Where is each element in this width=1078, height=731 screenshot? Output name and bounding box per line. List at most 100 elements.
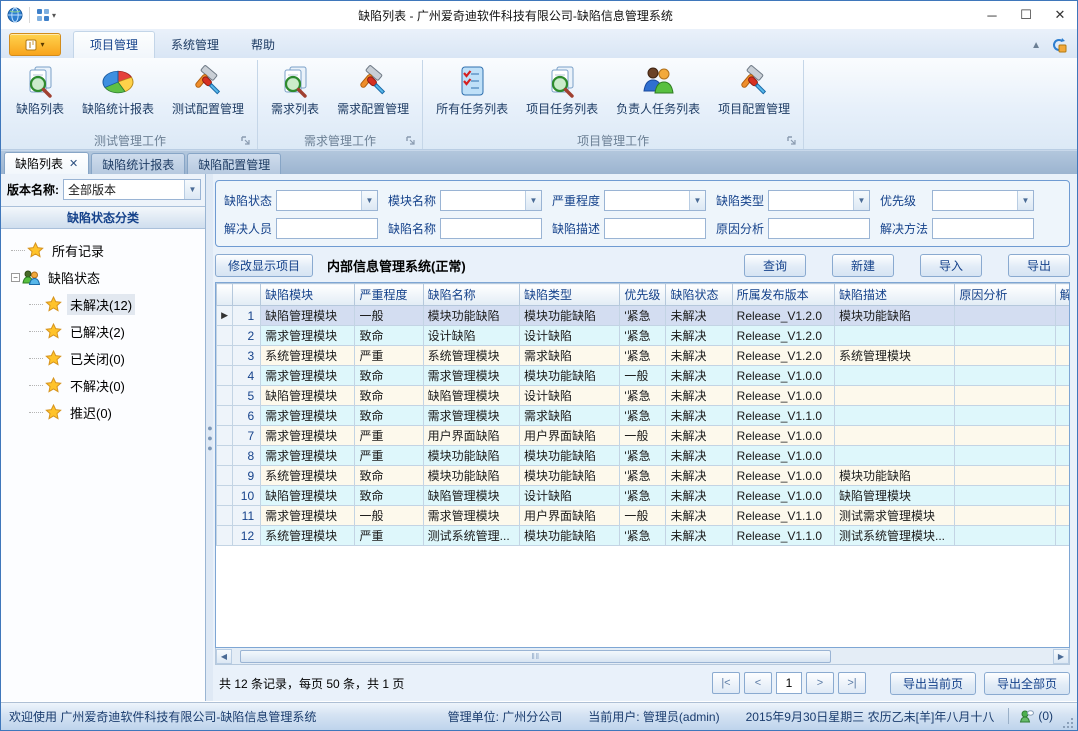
page-number-input[interactable]: [776, 672, 802, 694]
chevron-down-icon[interactable]: ▼: [525, 191, 541, 210]
chevron-down-icon[interactable]: ▼: [853, 191, 869, 210]
modify-columns-button[interactable]: 修改显示项目: [215, 254, 313, 277]
column-header[interactable]: 缺陷描述: [835, 284, 955, 306]
table-row[interactable]: 6需求管理模块致命需求管理模块需求缺陷'紧急未解决Release_V1.1.0: [217, 406, 1071, 426]
ribbon-tab[interactable]: 帮助: [235, 32, 291, 58]
table-row[interactable]: 11需求管理模块一般需求管理模块用户界面缺陷一般未解决Release_V1.1.…: [217, 506, 1071, 526]
messenger-icon[interactable]: [1019, 709, 1034, 724]
column-header[interactable]: 缺陷类型: [519, 284, 619, 306]
row-selector[interactable]: [217, 386, 233, 406]
row-selector[interactable]: [217, 526, 233, 546]
scrollbar-thumb[interactable]: ‖‖: [240, 650, 831, 663]
document-tab[interactable]: 缺陷统计报表: [91, 153, 185, 174]
ribbon-button[interactable]: 负责人任务列表: [607, 60, 709, 120]
filter-dropdown[interactable]: ▼: [440, 190, 542, 211]
dialog-launcher-icon[interactable]: [787, 136, 797, 146]
filter-dropdown[interactable]: ▼: [932, 190, 1034, 211]
tree-item[interactable]: 所有记录: [11, 237, 205, 264]
first-page-button[interactable]: |<: [712, 672, 740, 694]
action-button[interactable]: 新建: [832, 254, 894, 277]
ribbon-button[interactable]: 缺陷统计报表: [73, 60, 163, 120]
dialog-launcher-icon[interactable]: [241, 136, 251, 146]
table-row[interactable]: 2需求管理模块致命设计缺陷设计缺陷'紧急未解决Release_V1.2.0: [217, 326, 1071, 346]
filter-input[interactable]: [604, 218, 706, 239]
resize-grip[interactable]: [1061, 716, 1073, 728]
chevron-down-icon[interactable]: ▼: [689, 191, 705, 210]
ribbon-button[interactable]: 项目任务列表: [517, 60, 607, 120]
row-selector[interactable]: [217, 446, 233, 466]
column-header[interactable]: 所属发布版本: [732, 284, 834, 306]
filter-input[interactable]: [932, 218, 1034, 239]
export-current-page-button[interactable]: 导出当前页: [890, 672, 976, 695]
action-button[interactable]: 查询: [744, 254, 806, 277]
app-menu-button[interactable]: ▾: [9, 33, 61, 56]
chevron-down-icon[interactable]: ▼: [1017, 191, 1033, 210]
column-header[interactable]: [233, 284, 261, 306]
action-button[interactable]: 导出: [1008, 254, 1070, 277]
tree-item[interactable]: −缺陷状态: [11, 264, 205, 291]
row-selector[interactable]: [217, 326, 233, 346]
column-header[interactable]: 优先级: [620, 284, 666, 306]
prev-page-button[interactable]: <: [744, 672, 772, 694]
tree-collapse-icon[interactable]: −: [11, 273, 20, 282]
document-tab[interactable]: 缺陷配置管理: [187, 153, 281, 174]
next-page-button[interactable]: >: [806, 672, 834, 694]
filter-dropdown[interactable]: ▼: [276, 190, 378, 211]
filter-dropdown[interactable]: ▼: [768, 190, 870, 211]
filter-input[interactable]: [440, 218, 542, 239]
filter-input[interactable]: [276, 218, 378, 239]
table-row[interactable]: 12系统管理模块严重测试系统管理...模块功能缺陷'紧急未解决Release_V…: [217, 526, 1071, 546]
column-header[interactable]: [217, 284, 233, 306]
ribbon-button[interactable]: 测试配置管理: [163, 60, 253, 120]
filter-input[interactable]: [768, 218, 870, 239]
chevron-down-icon[interactable]: ▼: [184, 180, 200, 199]
ribbon-button[interactable]: 缺陷列表: [7, 60, 73, 120]
row-selector[interactable]: [217, 486, 233, 506]
ribbon-tab[interactable]: 系统管理: [155, 32, 235, 58]
maximize-button[interactable]: ☐: [1009, 1, 1043, 29]
row-selector[interactable]: ▶: [217, 306, 233, 326]
ribbon-button[interactable]: 需求配置管理: [328, 60, 418, 120]
ribbon-collapse-icon[interactable]: ▲: [1031, 40, 1041, 51]
chevron-down-icon[interactable]: ▼: [361, 191, 377, 210]
table-row[interactable]: ▶1缺陷管理模块一般模块功能缺陷模块功能缺陷'紧急未解决Release_V1.2…: [217, 306, 1071, 326]
minimize-button[interactable]: ─: [975, 1, 1009, 29]
tree-item[interactable]: 不解决(0): [11, 372, 205, 399]
table-row[interactable]: 8需求管理模块严重模块功能缺陷模块功能缺陷'紧急未解决Release_V1.0.…: [217, 446, 1071, 466]
row-selector[interactable]: [217, 406, 233, 426]
dialog-launcher-icon[interactable]: [406, 136, 416, 146]
column-header[interactable]: 解决方法: [1055, 284, 1070, 306]
last-page-button[interactable]: >|: [838, 672, 866, 694]
action-button[interactable]: 导入: [920, 254, 982, 277]
table-row[interactable]: 3系统管理模块严重系统管理模块需求缺陷'紧急未解决Release_V1.2.0系…: [217, 346, 1071, 366]
column-header[interactable]: 原因分析: [955, 284, 1055, 306]
table-row[interactable]: 7需求管理模块严重用户界面缺陷用户界面缺陷一般未解决Release_V1.0.0: [217, 426, 1071, 446]
sidebar-splitter[interactable]: ●●●: [206, 174, 213, 701]
scroll-left-icon[interactable]: ◀: [216, 649, 232, 664]
filter-dropdown[interactable]: ▼: [604, 190, 706, 211]
table-row[interactable]: 10缺陷管理模块致命缺陷管理模块设计缺陷'紧急未解决Release_V1.0.0…: [217, 486, 1071, 506]
column-header[interactable]: 缺陷模块: [261, 284, 355, 306]
row-selector[interactable]: [217, 426, 233, 446]
version-combobox[interactable]: 全部版本 ▼: [63, 179, 201, 200]
close-button[interactable]: ✕: [1043, 1, 1077, 29]
ribbon-button[interactable]: 需求列表: [262, 60, 328, 120]
ribbon-button[interactable]: 所有任务列表: [427, 60, 517, 120]
tree-item[interactable]: 未解决(12): [11, 291, 205, 318]
row-selector[interactable]: [217, 366, 233, 386]
quick-access-menu-icon[interactable]: ▾: [36, 8, 56, 22]
table-row[interactable]: 9系统管理模块致命模块功能缺陷模块功能缺陷'紧急未解决Release_V1.0.…: [217, 466, 1071, 486]
tree-item[interactable]: 推迟(0): [11, 399, 205, 426]
tab-close-icon[interactable]: ✕: [69, 157, 78, 170]
column-header[interactable]: 缺陷名称: [423, 284, 519, 306]
table-row[interactable]: 4需求管理模块致命需求管理模块模块功能缺陷一般未解决Release_V1.0.0: [217, 366, 1071, 386]
scroll-right-icon[interactable]: ▶: [1053, 649, 1069, 664]
row-selector[interactable]: [217, 346, 233, 366]
document-tab[interactable]: 缺陷列表✕: [4, 152, 89, 174]
ribbon-button[interactable]: 项目配置管理: [709, 60, 799, 120]
ribbon-tab[interactable]: 项目管理: [73, 31, 155, 58]
table-row[interactable]: 5缺陷管理模块致命缺陷管理模块设计缺陷'紧急未解决Release_V1.0.0: [217, 386, 1071, 406]
about-refresh-icon[interactable]: [1051, 37, 1067, 53]
column-header[interactable]: 缺陷状态: [666, 284, 732, 306]
row-selector[interactable]: [217, 466, 233, 486]
